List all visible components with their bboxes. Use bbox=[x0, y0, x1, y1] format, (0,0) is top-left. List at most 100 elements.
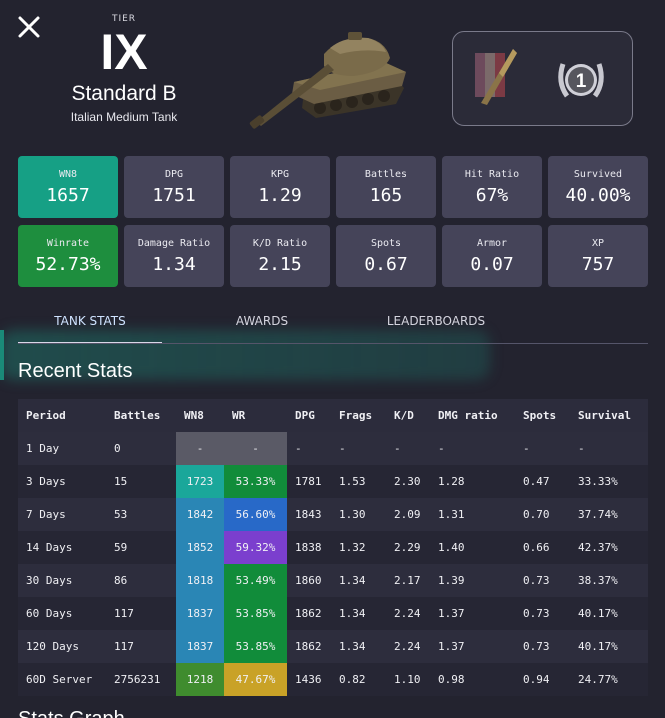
cell-kd: 2.24 bbox=[386, 597, 430, 630]
tab-tank-stats[interactable]: TANK STATS bbox=[18, 306, 162, 343]
cell-wr: - bbox=[224, 432, 287, 465]
close-button[interactable] bbox=[16, 14, 42, 40]
cell-survival: 42.37% bbox=[570, 531, 648, 564]
cell-battles: 86 bbox=[106, 564, 176, 597]
tab-awards[interactable]: AWARDS bbox=[162, 306, 362, 343]
stat-card-survived: Survived 40.00% bbox=[548, 156, 648, 218]
cell-spots: 0.73 bbox=[515, 597, 570, 630]
cell-period: 120 Days bbox=[18, 630, 106, 663]
tank-name: Standard B bbox=[71, 82, 177, 105]
cell-wr: 59.32% bbox=[224, 531, 287, 564]
cell-frags: 0.82 bbox=[331, 663, 386, 696]
cell-period: 1 Day bbox=[18, 432, 106, 465]
cell-survival: 24.77% bbox=[570, 663, 648, 696]
stat-value: 1.29 bbox=[258, 184, 302, 206]
cell-period: 30 Days bbox=[18, 564, 106, 597]
stat-value: 1657 bbox=[46, 184, 90, 206]
stat-label: Winrate bbox=[46, 237, 90, 249]
cell-dmg-ratio: 1.31 bbox=[430, 498, 515, 531]
cell-dpg: 1781 bbox=[287, 465, 331, 498]
cell-spots: 0.94 bbox=[515, 663, 570, 696]
cell-wn8: 1723 bbox=[176, 465, 224, 498]
stat-value: 40.00% bbox=[565, 184, 631, 206]
table-row: 1 Day 0- - - - - - - - bbox=[18, 432, 648, 465]
table-row: 30 Days 86 1818 53.49% 1860 1.34 2.17 1.39 0.73 3… bbox=[18, 564, 648, 597]
cell-frags: 1.32 bbox=[331, 531, 386, 564]
tank-image bbox=[249, 32, 406, 129]
cell-period: 60D Server bbox=[18, 663, 106, 696]
table-row: 60D Server 2756231 1218 47.67% 1436 0.82 1.10 0… bbox=[18, 663, 648, 696]
achievement-badges: 1 bbox=[452, 31, 633, 126]
stat-label: Armor bbox=[476, 237, 508, 249]
cell-survival: 38.37% bbox=[570, 564, 648, 597]
cell-frags: 1.34 bbox=[331, 597, 386, 630]
stat-value: 1751 bbox=[152, 184, 196, 206]
stat-card-battles: Battles 165 bbox=[336, 156, 436, 218]
cell-period: 60 Days bbox=[18, 597, 106, 630]
cell-dmg-ratio: - bbox=[430, 432, 515, 465]
cell-dmg-ratio: 1.37 bbox=[430, 597, 515, 630]
stat-cards: WN8 1657 DPG 1751 KPG 1.29 Battles 165 H… bbox=[18, 156, 648, 287]
column-header: Spots bbox=[515, 399, 570, 432]
stat-label: KPG bbox=[270, 168, 290, 180]
stat-card-hit-ratio: Hit Ratio 67% bbox=[442, 156, 542, 218]
cell-dmg-ratio: 1.37 bbox=[430, 630, 515, 663]
mastery-badge-icon: 1 bbox=[553, 54, 609, 106]
column-header: K/D bbox=[386, 399, 430, 432]
cell-survival: - bbox=[570, 432, 648, 465]
stat-value: 67% bbox=[475, 184, 509, 206]
cell-wr: 53.85% bbox=[224, 630, 287, 663]
cell-dpg: 1862 bbox=[287, 630, 331, 663]
cell-spots: 0.73 bbox=[515, 630, 570, 663]
stat-label: XP bbox=[591, 237, 605, 249]
column-header: Period bbox=[18, 399, 106, 432]
column-header: Frags bbox=[331, 399, 386, 432]
recent-stats-title: Recent Stats bbox=[18, 360, 133, 382]
column-header: DMG ratio bbox=[430, 399, 515, 432]
cell-battles: 53 bbox=[106, 498, 176, 531]
tank-header: TIER IX Standard B Italian Medium Tank bbox=[40, 14, 208, 124]
stat-card-wn8: WN8 1657 bbox=[18, 156, 118, 218]
cell-frags: 1.34 bbox=[331, 630, 386, 663]
cell-frags: 1.34 bbox=[331, 564, 386, 597]
cell-battles: 117 bbox=[106, 630, 176, 663]
column-header: Battles bbox=[106, 399, 176, 432]
stat-value: 2.15 bbox=[258, 253, 302, 275]
stat-value: 0.67 bbox=[364, 253, 408, 275]
cell-wn8: 1842 bbox=[176, 498, 224, 531]
stat-value: 52.73% bbox=[35, 253, 101, 275]
cell-period: 3 Days bbox=[18, 465, 106, 498]
stat-label: DPG bbox=[164, 168, 184, 180]
stat-value: 757 bbox=[581, 253, 615, 275]
cell-wn8: 1218 bbox=[176, 663, 224, 696]
table-row: 60 Days 117 1837 53.85% 1862 1.34 2.24 1.37 0.73… bbox=[18, 597, 648, 630]
cell-wn8: - bbox=[176, 432, 224, 465]
stat-value: 0.07 bbox=[470, 253, 514, 275]
mastery-level: 1 bbox=[576, 71, 587, 92]
table-row: 14 Days 59 1852 59.32% 1838 1.32 2.29 1.40 0.66 4… bbox=[18, 531, 648, 564]
cell-kd: 1.10 bbox=[386, 663, 430, 696]
column-header: WN8 bbox=[176, 399, 224, 432]
cell-wr: 53.49% bbox=[224, 564, 287, 597]
cell-wn8: 1818 bbox=[176, 564, 224, 597]
cell-wr: 56.60% bbox=[224, 498, 287, 531]
cell-wr: 53.85% bbox=[224, 597, 287, 630]
table-header-row: Period Battles WN8 WR DPG Frags K/D DMG … bbox=[18, 399, 648, 432]
cell-battles: 15 bbox=[106, 465, 176, 498]
cell-wn8: 1852 bbox=[176, 531, 224, 564]
table-row: 3 Days 15 1723 53.33% 1781 1.53 2.30 1.28 0.47 33… bbox=[18, 465, 648, 498]
cell-dmg-ratio: 0.98 bbox=[430, 663, 515, 696]
cell-dpg: 1862 bbox=[287, 597, 331, 630]
cell-wn8: 1837 bbox=[176, 630, 224, 663]
background-accent-strip bbox=[0, 330, 4, 380]
cell-dpg: - bbox=[287, 432, 331, 465]
tab-bar: TANK STATS AWARDS LEADERBOARDS bbox=[18, 306, 648, 344]
tank-type: Italian Medium Tank bbox=[70, 110, 178, 124]
cell-dpg: 1436 bbox=[287, 663, 331, 696]
tab-leaderboards[interactable]: LEADERBOARDS bbox=[362, 306, 510, 343]
cell-kd: 2.24 bbox=[386, 630, 430, 663]
cell-kd: 2.30 bbox=[386, 465, 430, 498]
cell-battles: 59 bbox=[106, 531, 176, 564]
cell-frags: 1.53 bbox=[331, 465, 386, 498]
stat-label: Survived bbox=[573, 168, 623, 180]
